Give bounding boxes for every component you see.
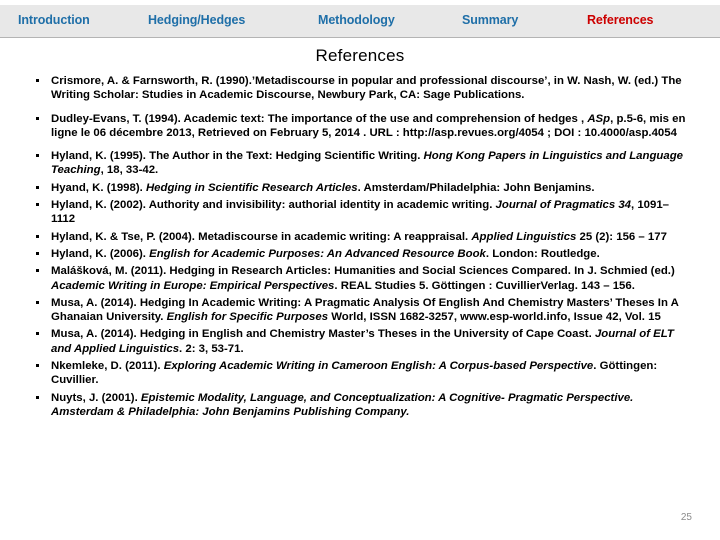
reference-text-run: 25 (2): 156 – 177 xyxy=(579,230,667,243)
reference-text-run: Academic Writing in Europe: Empirical Pe… xyxy=(51,279,335,292)
bullet-icon xyxy=(36,364,39,368)
reference-text-run: Crismore, A. & Farnsworth, R. (1990).’Me… xyxy=(51,75,682,102)
bullet-icon xyxy=(36,185,39,189)
reference-entry: Hyland, K. (2002). Authority and invisib… xyxy=(33,198,693,227)
reference-text-run: . REAL Studies 5. Göttingen : CuvillierV… xyxy=(334,279,635,292)
reference-text-run: Dudley-Evans, T. (1994). Academic text: … xyxy=(51,112,588,125)
reference-text-run: ASp xyxy=(587,112,611,125)
nav-item-summary[interactable]: Summary xyxy=(462,13,518,27)
reference-text-run: Nkemleke, D. (2011). xyxy=(51,360,164,373)
reference-entry: Musa, A. (2014). Hedging in English and … xyxy=(33,327,693,356)
reference-text-run: . London: Routledge. xyxy=(485,247,600,260)
reference-entry: Hyand, K. (1998). Hedging in Scientific … xyxy=(33,181,693,195)
reference-text-run: Hyand, K. (1998). xyxy=(51,181,146,194)
bullet-icon xyxy=(36,116,39,120)
bullet-icon xyxy=(36,269,39,273)
reference-entry: Musa, A. (2014). Hedging In Academic Wri… xyxy=(33,296,693,325)
reference-entry: Hyland, K. & Tse, P. (2004). Metadiscour… xyxy=(33,230,693,244)
reference-text-run: , 18, 33-42. xyxy=(100,164,159,177)
reference-text-run: English for Specific Purposes xyxy=(166,311,332,324)
bullet-icon xyxy=(36,79,39,82)
reference-text-run: . Amsterdam/Philadelphia: John Benjamins… xyxy=(357,181,595,194)
bullet-icon xyxy=(36,395,39,399)
bullet-icon xyxy=(36,251,39,255)
reference-text-run: World, ISSN 1682-3257, www.esp-world.inf… xyxy=(331,311,661,324)
bullet-icon xyxy=(36,300,39,304)
bullet-icon xyxy=(36,234,39,238)
reference-entry: Dudley-Evans, T. (1994). Academic text: … xyxy=(33,112,693,141)
references-list: Crismore, A. & Farnsworth, R. (1990).’Me… xyxy=(33,74,693,422)
reference-text-run: Applied Linguistics xyxy=(471,230,580,243)
reference-entry: Hyland, K. (1995). The Author in the Tex… xyxy=(33,149,693,178)
reference-text-run: Musa, A. (2014). Hedging in English and … xyxy=(51,328,595,341)
reference-entry: Crismore, A. & Farnsworth, R. (1990).’Me… xyxy=(33,74,693,103)
nav-item-references[interactable]: References xyxy=(587,13,654,27)
reference-text-run: Hedging in Scientific Research Articles xyxy=(145,181,358,194)
top-navigation-bar: Introduction Hedging/Hedges Methodology Sum… xyxy=(0,5,720,38)
reference-text-run: . 2: 3, 53-71. xyxy=(179,342,244,355)
reference-text-run: Hyland, K. (2002). Authority and invisib… xyxy=(51,199,496,212)
nav-item-hedging-hedges[interactable]: Hedging/Hedges xyxy=(148,13,245,27)
reference-text-run: Hyland, K. (2006). xyxy=(51,247,150,260)
nav-item-methodology[interactable]: Methodology xyxy=(318,13,395,27)
reference-text-run: Hyland, K. (1995). The Author in the Tex… xyxy=(51,150,424,163)
reference-entry: Hyland, K. (2006). English for Academic … xyxy=(33,247,693,261)
bullet-icon xyxy=(36,154,39,158)
reference-entry: Nkemleke, D. (2011). Exploring Academic … xyxy=(33,359,693,388)
reference-text-run: Exploring Academic Writing in Cameroon E… xyxy=(163,360,594,373)
reference-text-run: Hyland, K. & Tse, P. (2004). Metadiscour… xyxy=(51,230,472,243)
reference-text-run: English for Academic Purposes: An Advanc… xyxy=(149,247,486,260)
bullet-icon xyxy=(36,203,39,207)
reference-entry: Malášková, M. (2011). Hedging in Researc… xyxy=(33,264,693,293)
reference-text-run: Nuyts, J. (2001). xyxy=(51,391,141,404)
page-number: 25 xyxy=(680,512,692,523)
reference-text-run: Journal of Pragmatics 34 xyxy=(495,199,632,212)
page-title: References xyxy=(315,46,405,65)
bullet-icon xyxy=(36,332,39,336)
nav-item-introduction[interactable]: Introduction xyxy=(18,13,90,27)
reference-text-run: Malášková, M. (2011). Hedging in Researc… xyxy=(51,265,675,278)
reference-entry: Nuyts, J. (2001). Epistemic Modality, La… xyxy=(33,391,693,420)
